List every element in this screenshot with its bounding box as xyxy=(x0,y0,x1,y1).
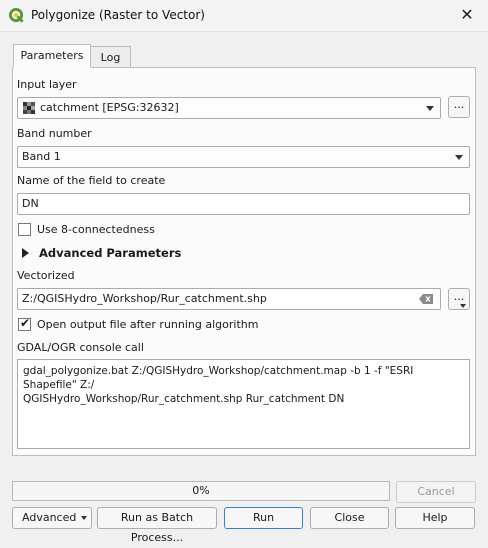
open-output-checkbox[interactable]: ✔ xyxy=(18,316,31,331)
close-icon[interactable]: ✕ xyxy=(455,4,479,26)
field-name-label: Name of the field to create xyxy=(17,174,166,187)
window-title: Polygonize (Raster to Vector) xyxy=(31,8,205,22)
advanced-button-label: Advanced xyxy=(22,511,77,524)
input-layer-label: Input layer xyxy=(17,78,77,91)
input-layer-value: catchment [EPSG:32632] xyxy=(40,101,179,114)
cancel-button[interactable]: Cancel xyxy=(396,481,476,503)
vectorized-browse-button[interactable]: ... xyxy=(448,288,470,310)
expand-triangle-icon[interactable] xyxy=(22,248,29,258)
band-number-label: Band number xyxy=(17,127,92,140)
advanced-button[interactable]: Advanced xyxy=(12,507,92,529)
field-name-input[interactable]: DN xyxy=(17,193,470,215)
chevron-down-icon xyxy=(460,304,466,308)
qgis-logo-icon xyxy=(9,8,24,23)
open-output-label: Open output file after running algorithm xyxy=(37,318,259,331)
tab-log[interactable]: Log xyxy=(91,46,131,68)
title-bar: Polygonize (Raster to Vector) ✕ xyxy=(0,0,488,32)
close-button[interactable]: Close xyxy=(310,507,389,529)
chevron-down-icon xyxy=(426,106,434,111)
progress-bar: 0% xyxy=(12,481,390,501)
vectorized-output-value: Z:/QGISHydro_Workshop/Rur_catchment.shp xyxy=(22,292,267,305)
use8-label: Use 8-connectedness xyxy=(37,223,155,236)
chevron-down-icon xyxy=(81,516,87,520)
advanced-parameters-toggle[interactable]: Advanced Parameters xyxy=(39,246,181,260)
chevron-down-icon xyxy=(455,155,463,160)
run-button[interactable]: Run xyxy=(224,507,303,529)
input-layer-browse-button[interactable]: ... xyxy=(448,96,470,118)
vectorized-output-input[interactable]: Z:/QGISHydro_Workshop/Rur_catchment.shp xyxy=(17,288,441,310)
console-call-textarea[interactable]: gdal_polygonize.bat Z:/QGISHydro_Worksho… xyxy=(17,359,470,449)
input-layer-combo[interactable]: catchment [EPSG:32632] xyxy=(17,97,441,119)
batch-process-button[interactable]: Run as Batch Process... xyxy=(97,507,217,544)
clear-text-icon[interactable] xyxy=(419,294,433,304)
console-line-2: QGISHydro_Workshop/Rur_catchment.shp Rur… xyxy=(23,393,345,405)
console-label: GDAL/OGR console call xyxy=(17,341,144,354)
browse-dots: ... xyxy=(453,290,465,303)
checkmark-icon: ✔ xyxy=(20,316,31,330)
console-line-1: gdal_polygonize.bat Z:/QGISHydro_Worksho… xyxy=(23,365,414,391)
help-button[interactable]: Help xyxy=(395,507,475,529)
use8-checkbox[interactable] xyxy=(18,223,31,236)
raster-layer-icon xyxy=(23,102,35,114)
band-number-value: Band 1 xyxy=(22,150,61,163)
band-number-combo[interactable]: Band 1 xyxy=(17,146,470,168)
tab-parameters[interactable]: Parameters xyxy=(13,44,91,68)
vectorized-label: Vectorized xyxy=(17,269,75,282)
